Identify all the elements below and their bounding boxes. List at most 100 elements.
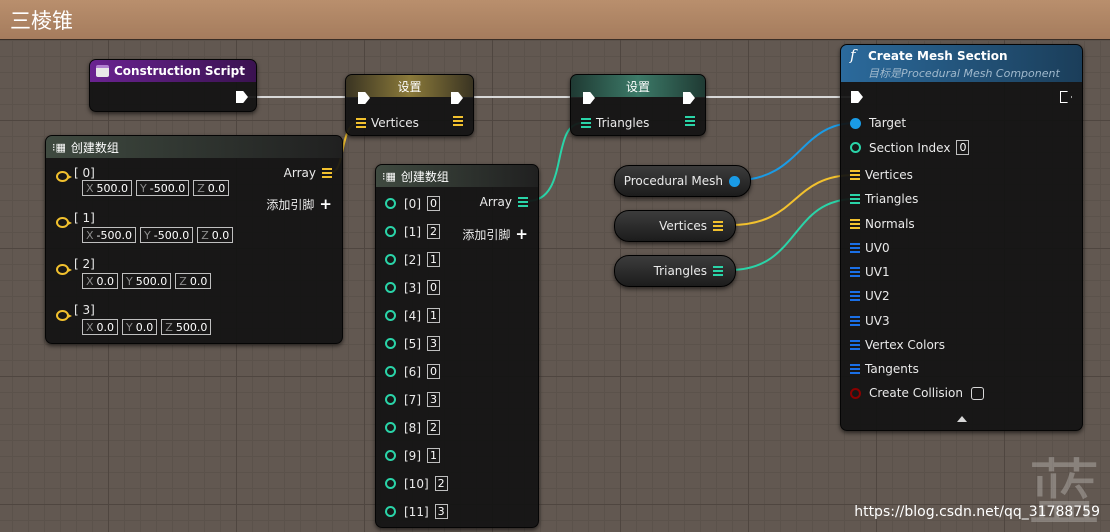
y-field[interactable]: Y -500.0 [136,180,190,196]
make-array-vector-node[interactable]: ⁝▦ 创建数组 Array 添加引脚 + [ 0] X 500.0 Y -500.0… [45,135,343,344]
create-collision-checkbox[interactable] [970,386,984,400]
int-item-2[interactable]: [2] 1 [385,252,440,267]
cms-uv1-pin[interactable]: UV1 [850,265,890,279]
int-item-value-field[interactable]: 0 [427,364,440,379]
vector-item-0[interactable] [56,171,72,182]
y-field[interactable]: Y 0.0 [122,319,158,335]
int-pin-icon [385,338,396,349]
cms-section-index-pin[interactable]: Section Index 0 [850,140,970,155]
make-array-int-add-pin[interactable]: 添加引脚 + [462,225,528,243]
int-item-value-field[interactable]: 2 [427,224,440,239]
set-vertices-output-pin[interactable] [453,116,463,126]
cms-target-pin[interactable]: Target [850,116,906,130]
int-item-6[interactable]: [6] 0 [385,364,440,379]
set-vertices-exec-out[interactable] [451,92,463,104]
vector-item-2-fields[interactable]: X 0.0 Y 500.0 Z 0.0 [78,273,212,289]
vector-item-2-index: [ 2] [74,257,95,271]
int-pin-icon [385,310,396,321]
cms-uv0-pin[interactable]: UV0 [850,241,890,255]
array-grid-icon [356,118,366,128]
cms-tangents-pin[interactable]: Tangents [850,362,919,376]
int-item-value-field[interactable]: 1 [427,308,440,323]
make-array-int-node[interactable]: ⁝▦ 创建数组 Array 添加引脚 + [0] 0 [1] 2 [2] 1 [3] 0 [4]… [375,164,539,528]
cms-normals-pin[interactable]: Normals [850,217,915,231]
cms-exec-in[interactable] [851,91,863,103]
make-array-vector-output[interactable]: Array [284,166,332,180]
set-vertices-exec-in[interactable] [358,92,370,104]
set-vertices-node[interactable]: 设置 Vertices [345,74,474,136]
array-grid-icon [850,194,860,204]
int-item-3[interactable]: [3] 0 [385,280,440,295]
int-item-5[interactable]: [5] 3 [385,336,440,351]
int-item-0[interactable]: [0] 0 [385,196,440,211]
array-grid-icon [713,221,723,231]
z-field[interactable]: Z 500.0 [161,319,212,335]
int-item-value-field[interactable]: 0 [427,280,440,295]
x-field[interactable]: X 500.0 [82,180,133,196]
vector-item-2[interactable] [56,264,72,275]
int-item-9[interactable]: [9] 1 [385,448,440,463]
z-field[interactable]: Z 0.0 [175,273,212,289]
int-item-8[interactable]: [8] 2 [385,420,440,435]
vector-item-3-fields[interactable]: X 0.0 Y 0.0 Z 500.0 [78,319,212,335]
int-item-7[interactable]: [7] 3 [385,392,440,407]
make-array-int-header: ⁝▦ 创建数组 [376,165,538,187]
cms-vertices-pin[interactable]: Vertices [850,168,913,182]
construction-script-node[interactable]: Construction Script [89,59,257,112]
section-index-field[interactable]: 0 [956,140,970,155]
array-grid-icon [713,266,723,276]
set-triangles-node[interactable]: 设置 Triangles [570,74,706,136]
make-array-int-output-label: Array [479,195,512,209]
bool-pin-icon [850,387,861,399]
int-item-4[interactable]: [4] 1 [385,308,440,323]
object-pin-icon [729,175,740,187]
int-item-index: [9] [404,448,421,463]
x-field[interactable]: X -500.0 [82,227,137,243]
cms-vertex-colors-pin[interactable]: Vertex Colors [850,338,945,352]
exec-in-icon [358,92,370,104]
array-grid-icon [850,243,860,253]
set-triangles-input-pin[interactable]: Triangles [581,116,649,130]
int-item-value-field[interactable]: 2 [434,476,448,491]
graph-titlebar: 三棱锥 [0,0,1110,40]
array-grid-icon [322,168,332,178]
cms-triangles-pin[interactable]: Triangles [850,192,918,206]
vector-item-0-fields[interactable]: X 500.0 Y -500.0 Z 0.0 [78,180,230,196]
triangles-variable[interactable]: Triangles [614,255,736,287]
x-field[interactable]: X 0.0 [82,273,119,289]
z-field[interactable]: Z 0.0 [197,227,234,243]
int-item-value-field[interactable]: 3 [427,336,440,351]
int-item-value-field[interactable]: 3 [434,504,448,519]
int-item-value-field[interactable]: 1 [427,252,440,267]
int-item-10[interactable]: [10] 2 [385,476,448,491]
make-array-int-output[interactable]: Array [480,195,528,209]
cms-exec-out[interactable] [1060,91,1072,103]
make-array-vector-add-pin[interactable]: 添加引脚 + [266,195,332,213]
vector-item-1[interactable] [56,217,72,228]
set-triangles-output-pin[interactable] [685,116,695,126]
cms-create-collision-pin[interactable]: Create Collision [850,386,984,400]
vertices-variable[interactable]: Vertices [614,210,736,242]
vector-item-1-fields[interactable]: X -500.0 Y -500.0 Z 0.0 [78,227,234,243]
set-triangles-exec-out[interactable] [683,92,695,104]
z-field[interactable]: Z 0.0 [193,180,230,196]
vector-item-3[interactable] [56,310,72,321]
x-field[interactable]: X 0.0 [82,319,119,335]
cms-uv2-pin[interactable]: UV2 [850,289,890,303]
construction-exec-out[interactable] [236,91,248,103]
int-item-value-field[interactable]: 2 [427,420,440,435]
int-item-11[interactable]: [11] 3 [385,504,448,519]
construction-icon [96,65,109,77]
int-item-value-field[interactable]: 3 [427,392,440,407]
int-item-value-field[interactable]: 1 [427,448,440,463]
procedural-mesh-variable[interactable]: Procedural Mesh [614,165,751,197]
y-field[interactable]: Y -500.0 [140,227,194,243]
cms-uv3-pin[interactable]: UV3 [850,314,890,328]
set-vertices-input-pin[interactable]: Vertices [356,116,419,130]
create-mesh-section-node[interactable]: f Create Mesh Section 目标是Procedural Mesh… [840,44,1083,431]
set-triangles-exec-in[interactable] [583,92,595,104]
y-field[interactable]: Y 500.0 [122,273,172,289]
int-item-value-field[interactable]: 0 [427,196,440,211]
cms-collapse-toggle[interactable] [957,416,967,422]
int-item-1[interactable]: [1] 2 [385,224,440,239]
